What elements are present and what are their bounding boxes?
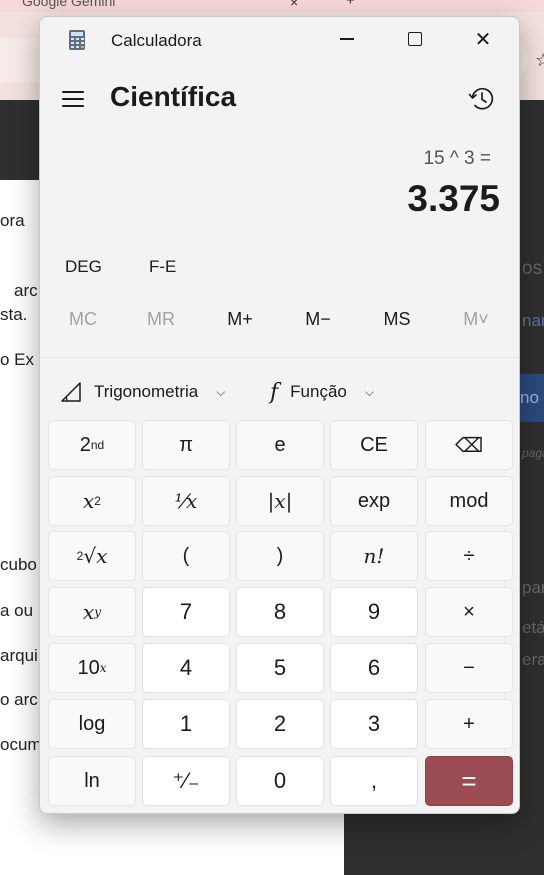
history-icon: [468, 87, 494, 110]
exp-button[interactable]: exp: [330, 476, 418, 526]
function-label: Função: [290, 382, 347, 401]
doc-text-fragment: sta.: [0, 305, 28, 324]
doc-text-fragment: o Ex: [0, 350, 35, 369]
minimize-button[interactable]: [313, 17, 381, 61]
function-dropdown[interactable]: f Função ⌵: [270, 375, 374, 409]
mod-button[interactable]: mod: [425, 476, 513, 526]
divider: [40, 357, 519, 358]
memory-row: MC MR M+ M− MS M˅: [40, 309, 519, 339]
deg-button[interactable]: DEG: [65, 257, 102, 277]
expression-display: 15 ^ 3 =: [423, 148, 491, 169]
backspace-button[interactable]: ⌫: [425, 420, 513, 470]
hamburger-icon: [62, 91, 84, 93]
doc-text-fragment: o arc: [0, 690, 38, 709]
multiply-button[interactable]: ×: [425, 587, 513, 637]
memory-list-button[interactable]: M˅: [437, 309, 515, 330]
mode-title: Científica: [110, 81, 237, 112]
mode-header: Científica: [40, 77, 519, 121]
chevron-down-icon: ⌵: [216, 384, 226, 399]
memory-subtract-button[interactable]: M−: [279, 309, 357, 330]
maximize-button[interactable]: [381, 17, 449, 61]
close-icon: ✕: [474, 28, 492, 51]
side-text-fragment: os: [522, 258, 543, 279]
negate-button[interactable]: ⁺⁄₋: [142, 756, 230, 806]
absolute-value-button[interactable]: |x|: [236, 476, 324, 526]
doc-text-fragment: ora: [0, 211, 25, 230]
doc-text-fragment: a ou: [0, 601, 34, 620]
function-dropdown-row: Trigonometria ⌵ f Função ⌵: [40, 375, 519, 409]
add-button[interactable]: +: [425, 699, 513, 749]
digit-8-button[interactable]: 8: [236, 587, 324, 637]
digit-4-button[interactable]: 4: [142, 643, 230, 693]
memory-clear-button[interactable]: MC: [44, 309, 122, 330]
doc-text-fragment: ocum: [0, 735, 42, 754]
angle-mode-row: DEG F-E: [40, 257, 519, 287]
subtract-button[interactable]: −: [425, 643, 513, 693]
minimize-icon: [340, 38, 354, 40]
history-button[interactable]: [466, 83, 498, 115]
side-text-fragment: etár: [522, 618, 544, 637]
triangle-ruler-icon: [61, 382, 81, 402]
square-button[interactable]: x2: [48, 476, 136, 526]
title-bar[interactable]: Calculadora ✕: [40, 17, 519, 61]
function-icon: f: [270, 379, 279, 405]
doc-text-fragment: cubo: [0, 555, 37, 574]
result-display[interactable]: 3.375: [407, 178, 500, 220]
ten-power-button[interactable]: 10 x: [48, 643, 136, 693]
euler-button[interactable]: e: [236, 420, 324, 470]
browser-tab-strip: Google Gemini × +: [0, 0, 544, 12]
close-paren-button[interactable]: ): [236, 531, 324, 581]
side-blue-button-label: no: [520, 388, 539, 407]
doc-text-fragment: arc: [14, 281, 38, 300]
bookmark-star-icon[interactable]: ☆: [535, 50, 544, 71]
factorial-button[interactable]: n!: [330, 531, 418, 581]
side-text-fragment: paga: [522, 446, 544, 460]
reciprocal-button[interactable]: ¹⁄x: [142, 476, 230, 526]
chevron-down-icon: ⌵: [364, 384, 374, 399]
second-function-button[interactable]: 2nd: [48, 420, 136, 470]
side-text-fragment: nar: [522, 311, 544, 330]
trigonometry-label: Trigonometria: [94, 382, 199, 401]
memory-store-button[interactable]: MS: [358, 309, 436, 330]
digit-2-button[interactable]: 2: [236, 699, 324, 749]
trigonometry-dropdown[interactable]: Trigonometria ⌵: [60, 375, 225, 409]
power-button[interactable]: xy: [48, 587, 136, 637]
close-button[interactable]: ✕: [449, 17, 517, 61]
log-button[interactable]: log: [48, 699, 136, 749]
root-button[interactable]: 2 √x: [48, 531, 136, 581]
digit-5-button[interactable]: 5: [236, 643, 324, 693]
pi-button[interactable]: π: [142, 420, 230, 470]
digit-1-button[interactable]: 1: [142, 699, 230, 749]
calculator-app-icon: [69, 30, 85, 50]
digit-9-button[interactable]: 9: [330, 587, 418, 637]
decimal-separator-button[interactable]: ,: [330, 756, 418, 806]
digit-0-button[interactable]: 0: [236, 756, 324, 806]
memory-recall-button[interactable]: MR: [122, 309, 200, 330]
ln-button[interactable]: ln: [48, 756, 136, 806]
open-paren-button[interactable]: (: [142, 531, 230, 581]
browser-tab-close-icon[interactable]: ×: [290, 0, 298, 10]
equals-button[interactable]: =: [425, 756, 513, 806]
fe-button[interactable]: F-E: [149, 257, 176, 277]
doc-text-fragment: arqui: [0, 646, 38, 665]
digit-7-button[interactable]: 7: [142, 587, 230, 637]
window-title: Calculadora: [111, 31, 202, 50]
side-text-fragment: erar: [522, 650, 544, 669]
memory-add-button[interactable]: M+: [201, 309, 279, 330]
new-tab-icon[interactable]: +: [346, 0, 355, 9]
clear-entry-button[interactable]: CE: [330, 420, 418, 470]
side-text-fragment: par: [522, 578, 544, 597]
calculator-window: Calculadora ✕ Científica 15 ^ 3 = 3.375 …: [39, 16, 520, 814]
digit-6-button[interactable]: 6: [330, 643, 418, 693]
backspace-icon: ⌫: [454, 434, 484, 457]
browser-tab-title[interactable]: Google Gemini: [22, 0, 115, 9]
digit-3-button[interactable]: 3: [330, 699, 418, 749]
maximize-icon: [408, 32, 422, 46]
navigation-menu-button[interactable]: [62, 85, 90, 113]
divide-button[interactable]: ÷: [425, 531, 513, 581]
